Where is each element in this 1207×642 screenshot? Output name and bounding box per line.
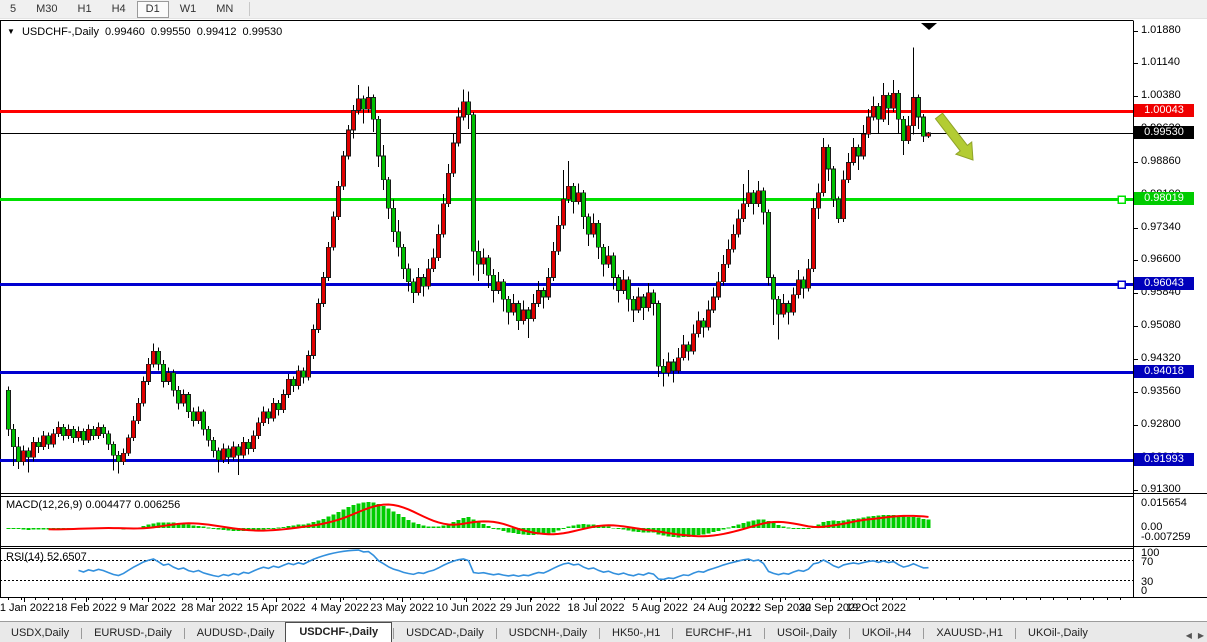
price-badge: 0.91993 <box>1134 453 1194 466</box>
close-value: 0.99530 <box>243 26 283 38</box>
tab-usdcnh-daily[interactable]: USDCNH-,Daily <box>498 624 598 642</box>
price-tick-label: 0.93560 <box>1141 385 1181 397</box>
tab-usdcad-daily[interactable]: USDCAD-,Daily <box>395 624 495 642</box>
tab-audusd-daily[interactable]: AUDUSD-,Daily <box>186 624 286 642</box>
high-value: 0.99550 <box>151 26 191 38</box>
tab-scroll-left-icon[interactable]: ◀ <box>1186 631 1192 640</box>
macd-axis-label: -0.007259 <box>1141 531 1191 543</box>
date-label: 29 Jun 2022 <box>500 602 561 614</box>
price-tick-label: 0.98860 <box>1141 155 1181 167</box>
price-tick-label: 1.01880 <box>1141 24 1181 36</box>
symbol-period-label: USDCHF-,Daily <box>22 26 99 38</box>
tab-separator <box>672 628 673 639</box>
tab-eurusd-daily[interactable]: EURUSD-,Daily <box>83 624 183 642</box>
chart-canvas[interactable] <box>0 0 1207 621</box>
price-badge: 0.98019 <box>1134 192 1194 205</box>
tab-separator <box>496 628 497 639</box>
rsi-axis-label: 0 <box>1141 585 1147 597</box>
date-label: 28 Mar 2022 <box>181 602 243 614</box>
tab-separator <box>81 628 82 639</box>
tab-separator <box>393 628 394 639</box>
date-label: 19 Oct 2022 <box>846 602 906 614</box>
chart-title: ▼ USDCHF-,Daily 0.99460 0.99550 0.99412 … <box>7 26 285 38</box>
price-badge: 0.96043 <box>1134 277 1194 290</box>
price-tick-label: 0.95080 <box>1141 319 1181 331</box>
price-badge: 0.94018 <box>1134 365 1194 378</box>
open-value: 0.99460 <box>105 26 145 38</box>
price-badge: 1.00043 <box>1134 104 1194 117</box>
rsi-axis-label: 70 <box>1141 556 1153 568</box>
date-label: 31 Jan 2022 <box>0 602 54 614</box>
price-tick-label: 1.00380 <box>1141 89 1181 101</box>
date-label: 24 Aug 2022 <box>693 602 755 614</box>
tab-separator <box>849 628 850 639</box>
tab-ukoil-daily[interactable]: UKOil-,Daily <box>1017 624 1099 642</box>
date-label: 5 Aug 2022 <box>632 602 688 614</box>
price-tick-label: 0.97340 <box>1141 221 1181 233</box>
price-tick-label: 1.01140 <box>1141 56 1180 68</box>
date-label: 18 Jul 2022 <box>568 602 625 614</box>
tab-separator <box>923 628 924 639</box>
tab-separator <box>1015 628 1016 639</box>
price-tick-label: 0.91300 <box>1141 483 1181 495</box>
tab-separator <box>184 628 185 639</box>
tab-xauusd-h1[interactable]: XAUUSD-,H1 <box>925 624 1014 642</box>
price-tick-label: 0.94320 <box>1141 352 1181 364</box>
price-tick-label: 0.92800 <box>1141 418 1181 430</box>
tab-usoil-daily[interactable]: USOil-,Daily <box>766 624 848 642</box>
tab-ukoil-h4[interactable]: UKOil-,H4 <box>851 624 923 642</box>
tab-usdchf-daily[interactable]: USDCHF-,Daily <box>285 622 392 642</box>
price-tick-label: 0.96600 <box>1141 253 1181 265</box>
tab-eurchf-h1[interactable]: EURCHF-,H1 <box>674 624 763 642</box>
tab-scroll-right-icon[interactable]: ▶ <box>1198 631 1204 640</box>
tab-usdx-daily[interactable]: USDX,Daily <box>0 624 80 642</box>
price-badge: 0.99530 <box>1134 126 1194 139</box>
macd-axis-label: 0.015654 <box>1141 497 1187 509</box>
low-value: 0.99412 <box>197 26 237 38</box>
price-axis[interactable]: 1.018801.011401.003800.996200.988600.981… <box>1133 18 1207 621</box>
macd-label: MACD(12,26,9) 0.004477 0.006256 <box>6 499 180 511</box>
date-label: 10 Jun 2022 <box>436 602 497 614</box>
terminal-window: { "toolbar": { "timeframes": ["5", "M30"… <box>0 0 1207 642</box>
collapse-icon[interactable]: ▼ <box>7 27 15 36</box>
date-label: 9 Mar 2022 <box>120 602 176 614</box>
tab-separator <box>599 628 600 639</box>
rsi-label: RSI(14) 52.6507 <box>6 551 87 563</box>
date-label: 15 Apr 2022 <box>246 602 305 614</box>
symbol-tabbar: USDX,DailyEURUSD-,DailyAUDUSD-,DailyUSDC… <box>0 621 1207 642</box>
tab-hk50-h1[interactable]: HK50-,H1 <box>601 624 671 642</box>
date-label: 4 May 2022 <box>311 602 368 614</box>
date-label: 23 May 2022 <box>370 602 434 614</box>
time-axis[interactable]: 31 Jan 202218 Feb 20229 Mar 2022 28 Mar 2… <box>0 600 1133 616</box>
tab-separator <box>764 628 765 639</box>
date-label: 18 Feb 2022 <box>55 602 117 614</box>
